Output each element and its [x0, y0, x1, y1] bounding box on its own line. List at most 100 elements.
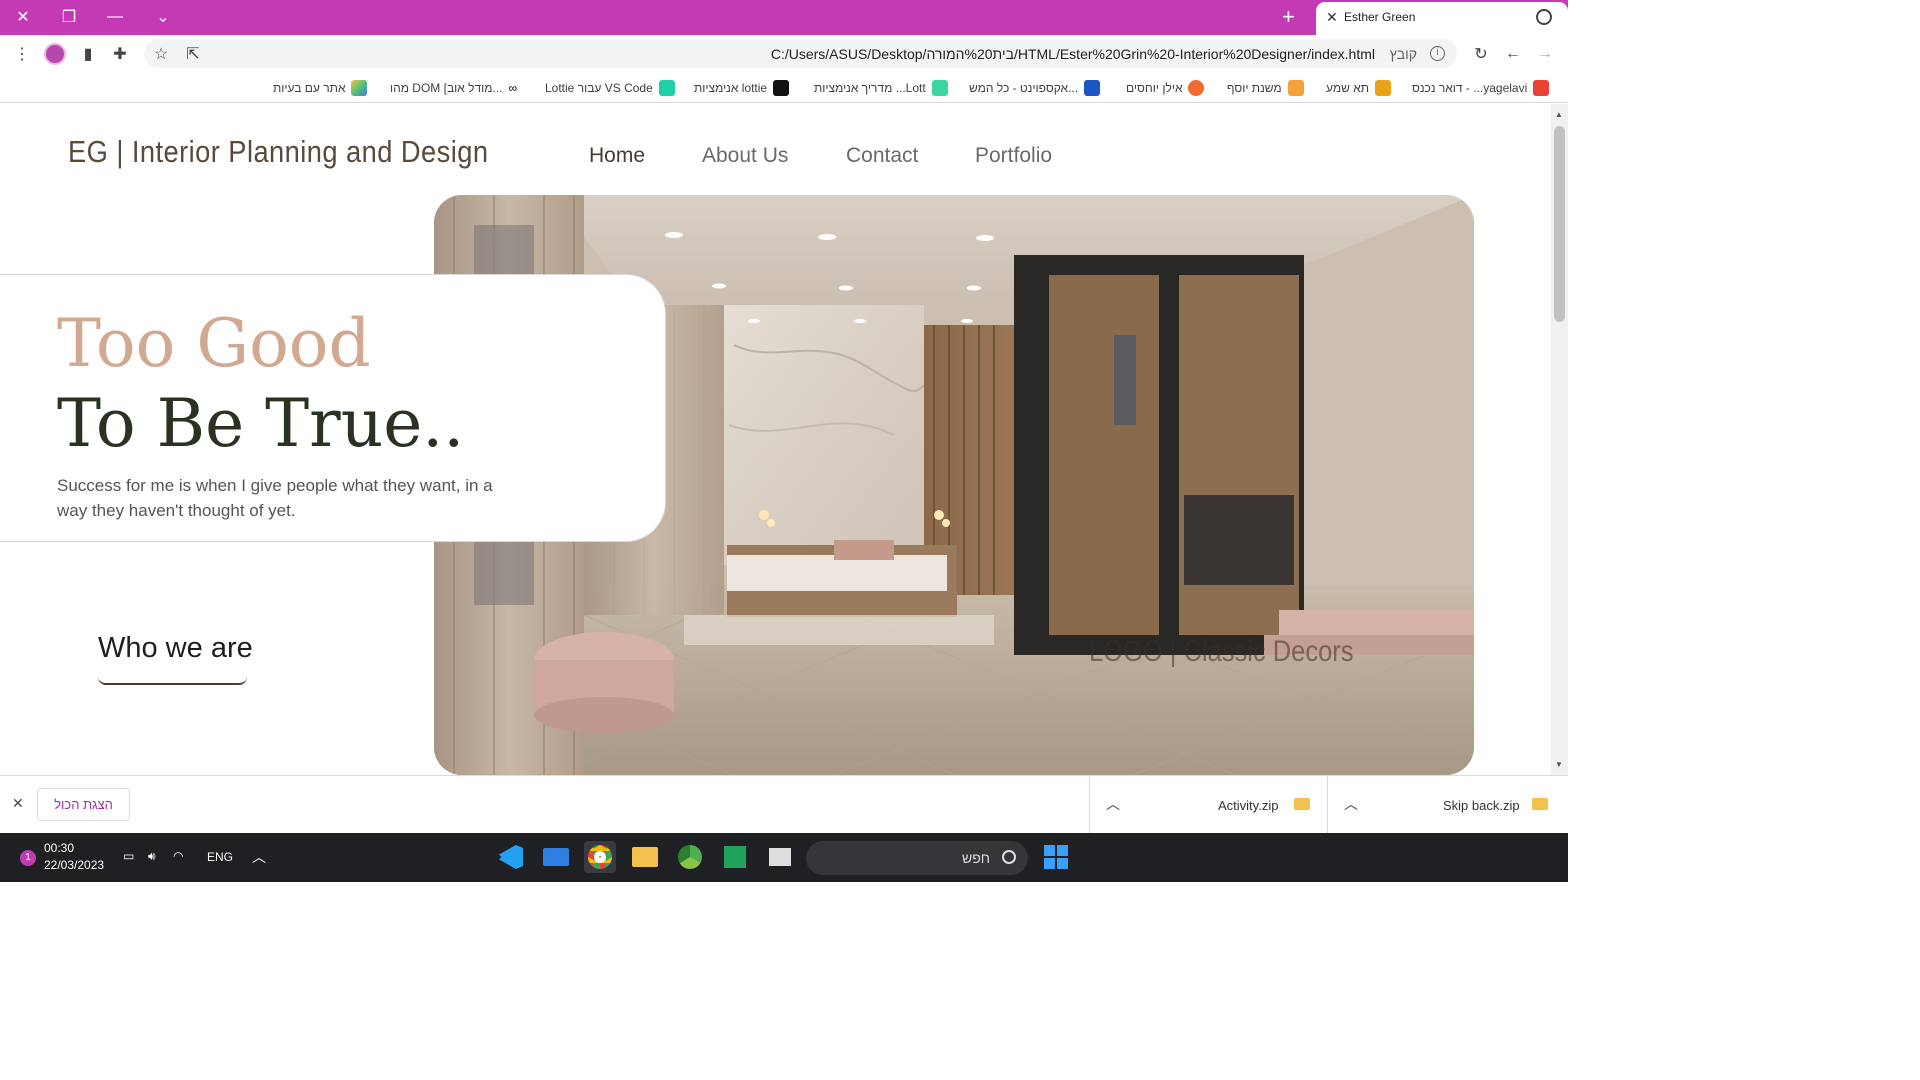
bookmark-favicon-icon: [931, 80, 948, 96]
battery-icon[interactable]: ▭: [123, 849, 134, 863]
file-label: קובץ: [1389, 46, 1417, 62]
new-tab-button[interactable]: +: [1282, 4, 1295, 30]
site-info-icon[interactable]: i: [1430, 46, 1445, 61]
back-arrow-icon[interactable]: ←: [1498, 35, 1528, 72]
bookmark-label: מדריך אנימציות ...Lott: [814, 81, 926, 95]
show-all-downloads-button[interactable]: הצגת הכול: [37, 788, 130, 821]
language-indicator[interactable]: ENG: [207, 850, 233, 864]
who-we-are-button[interactable]: Who we are: [98, 632, 253, 685]
bookmark-item[interactable]: אילן יוחסים: [1126, 79, 1205, 97]
bookmark-item[interactable]: תא שמע: [1326, 79, 1392, 97]
mail-icon[interactable]: [540, 841, 572, 873]
taskbar-search[interactable]: חפש: [806, 841, 1028, 875]
share-icon[interactable]: ⇱: [178, 35, 208, 72]
bookmark-item[interactable]: אתר עם בעיות: [273, 79, 368, 97]
tray-chevron-up-icon[interactable]: ︿: [252, 847, 266, 867]
bookmarks-bar: דואר נכנס - ...yagelavi תא שמע משנת יוסף…: [0, 72, 1568, 103]
bookmark-label: מהו DOM [מודל אוב...: [390, 81, 503, 95]
scroll-thumb[interactable]: [1554, 126, 1565, 322]
bookmark-label: אקספוינט - כל המש...: [969, 81, 1079, 95]
bookmark-favicon-icon: [773, 80, 790, 96]
zip-folder-icon: [1294, 798, 1310, 810]
forward-arrow-icon[interactable]: →: [1530, 35, 1560, 72]
bookmark-star-icon[interactable]: ☆: [146, 35, 176, 72]
chevron-up-icon[interactable]: ︿: [1344, 794, 1358, 814]
bookmark-item[interactable]: מדריך אנימציות ...Lott: [814, 79, 948, 97]
hero-title-line2: To Be True..: [57, 385, 465, 462]
file-explorer-icon[interactable]: [629, 841, 661, 873]
bookmark-label: Lottie עבור VS Code: [545, 81, 653, 95]
tab-search-chevron-icon[interactable]: ⌄: [140, 0, 186, 33]
chrome-icon[interactable]: [584, 841, 616, 873]
browser-title-bar: ✕ ❐ — ⌄ + ✕ Esther Green: [0, 0, 1568, 35]
download-item[interactable]: ︿ Skip back.zip: [1327, 776, 1568, 834]
bookmark-favicon-icon: [1287, 80, 1304, 96]
tab-close-icon[interactable]: ✕: [1326, 9, 1338, 26]
vscode-icon[interactable]: [495, 841, 527, 873]
chrome-alt-icon[interactable]: [674, 841, 706, 873]
browser-toolbar: ⋮ ▮ ✚ ☆ ⇱ C:/Users/ASUS/Desktop/בית%20המ…: [0, 35, 1568, 72]
bookmark-label: תא שמע: [1326, 81, 1370, 95]
hero-title-line1: Too Good: [57, 305, 371, 382]
bookmark-favicon-icon: [1188, 80, 1205, 96]
nav-home[interactable]: Home: [589, 144, 645, 168]
gmail-icon: [1533, 80, 1550, 96]
hero-tagline: Success for me is when I give people wha…: [57, 476, 493, 520]
close-window-icon[interactable]: ✕: [0, 0, 46, 33]
url-text[interactable]: C:/Users/ASUS/Desktop/בית%20המורה/HTML/E…: [771, 46, 1375, 62]
hero-image-caption: LOGO | Classic Decors: [1089, 635, 1354, 668]
side-panel-icon[interactable]: ▮: [73, 35, 103, 72]
bookmark-favicon-icon: [658, 80, 675, 96]
bookmark-item[interactable]: משנת יוסף: [1227, 79, 1304, 97]
bookmark-favicon-icon: [1375, 80, 1392, 96]
nav-portfolio[interactable]: Portfolio: [975, 144, 1052, 168]
clock-date[interactable]: 22/03/2023: [44, 858, 104, 872]
scroll-up-icon[interactable]: ▲: [1555, 110, 1563, 119]
project-app-icon[interactable]: [719, 841, 751, 873]
browser-tab[interactable]: ✕ Esther Green: [1316, 2, 1568, 35]
search-label: חפש: [962, 850, 990, 866]
bookmark-label: אילן יוחסים: [1126, 81, 1183, 95]
clock-time[interactable]: 00:30: [44, 841, 74, 855]
bookmark-item[interactable]: אנימציות lottie: [694, 79, 790, 97]
bookmark-label: משנת יוסף: [1227, 81, 1282, 95]
bookmark-label: אנימציות lottie: [694, 81, 768, 95]
web-page: EG | Interior Planning and Design Home A…: [0, 104, 1551, 775]
volume-icon[interactable]: 🔊︎: [148, 849, 156, 864]
downloads-bar: ✕ הצגת הכול ︿ Activity.zip ︿ Skip back.z…: [0, 775, 1568, 834]
hero-text-card: Too Good To Be True.. Success for me is …: [0, 274, 666, 542]
notification-badge[interactable]: 1: [20, 850, 36, 866]
nav-about-us[interactable]: About Us: [702, 144, 788, 168]
address-bar[interactable]: ☆ ⇱ C:/Users/ASUS/Desktop/בית%20המורה/HT…: [144, 39, 1457, 68]
site-logo[interactable]: EG | Interior Planning and Design: [68, 134, 488, 170]
zip-folder-icon: [1532, 798, 1548, 810]
task-view-icon[interactable]: [764, 841, 796, 873]
search-icon: [1002, 850, 1016, 864]
windows-start-icon[interactable]: [1040, 841, 1072, 873]
nav-contact[interactable]: Contact: [846, 144, 918, 168]
bookmark-item[interactable]: אקספוינט - כל המש...: [969, 79, 1101, 97]
download-item[interactable]: ︿ Activity.zip: [1089, 776, 1327, 834]
scroll-down-icon[interactable]: ▼: [1555, 760, 1563, 769]
tab-title: Esther Green: [1344, 10, 1416, 24]
page-scrollbar[interactable]: ▲ ▼: [1551, 104, 1568, 775]
bookmark-favicon-icon: [351, 80, 368, 96]
bookmark-favicon-icon: [1084, 80, 1101, 96]
bookmark-label: דואר נכנס - ...yagelavi: [1412, 81, 1528, 95]
wifi-icon[interactable]: ◠: [173, 849, 183, 863]
menu-dots-icon[interactable]: ⋮: [7, 35, 37, 72]
profile-avatar[interactable]: [40, 35, 70, 72]
chevron-up-icon[interactable]: ︿: [1106, 794, 1120, 814]
restore-window-icon[interactable]: ❐: [46, 0, 92, 33]
download-filename: Skip back.zip: [1443, 798, 1520, 813]
minimize-window-icon[interactable]: —: [92, 0, 138, 33]
download-filename: Activity.zip: [1218, 798, 1279, 813]
infinity-icon: ∞: [508, 81, 518, 95]
reload-icon[interactable]: ↻: [1466, 35, 1496, 72]
bookmark-item[interactable]: דואר נכנס - ...yagelavi: [1412, 79, 1550, 97]
bookmark-label: אתר עם בעיות: [273, 81, 346, 95]
extensions-puzzle-icon[interactable]: ✚: [105, 35, 135, 72]
close-downloads-icon[interactable]: ✕: [12, 795, 24, 812]
bookmark-item[interactable]: מהו DOM [מודל אוב... ∞: [390, 79, 517, 97]
bookmark-item[interactable]: Lottie עבור VS Code: [545, 79, 675, 97]
